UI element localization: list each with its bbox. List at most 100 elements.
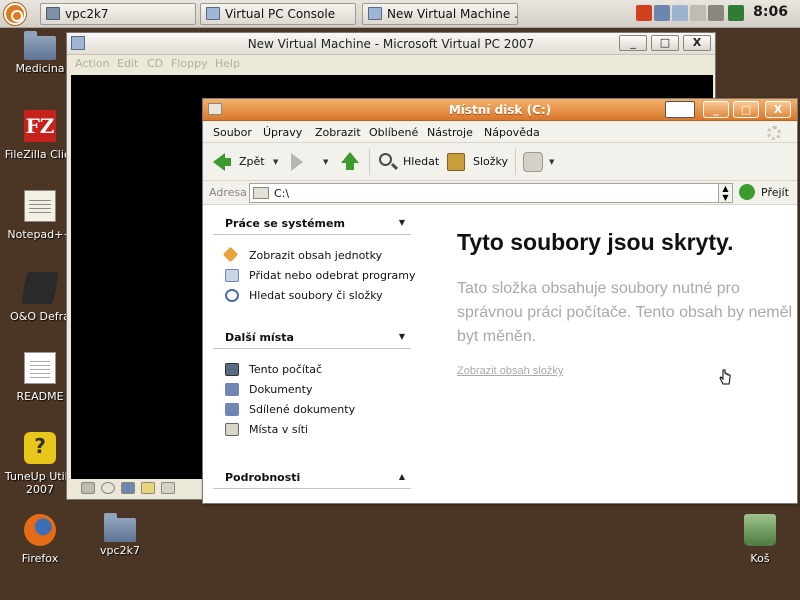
address-dropdown-icon[interactable]: ▲ ▼ (718, 184, 732, 202)
ubuntu-menu-icon[interactable] (4, 3, 26, 25)
desktop-icon-firefox[interactable]: Firefox (0, 514, 80, 565)
bluetooth-icon[interactable] (690, 5, 706, 21)
search-icon (379, 153, 392, 166)
vpc-titlebar[interactable]: New Virtual Machine - Microsoft Virtual … (67, 33, 715, 55)
details-header[interactable]: Podrobnosti ▲ (213, 467, 411, 489)
windows-logo-icon (665, 101, 695, 118)
system-tasks-header[interactable]: Práce se systémem ▼ (213, 213, 411, 235)
floppy-icon[interactable] (121, 482, 135, 494)
explorer-body: Práce se systémem ▼ Zobrazit obsah jedno… (203, 205, 797, 503)
explorer-close-button[interactable]: X (765, 101, 791, 118)
expand-icon[interactable]: ▲ (399, 472, 405, 481)
menu-upravy[interactable]: Úpravy (263, 126, 302, 139)
vpc-menu-action[interactable]: Action (75, 57, 109, 70)
desktop-icon-vpc2k7[interactable]: vpc2k7 (80, 513, 160, 557)
up-arrow-icon (341, 152, 359, 170)
other-places-header[interactable]: Další místa ▼ (213, 327, 411, 349)
vpc-close-button[interactable]: X (683, 35, 711, 51)
search-button[interactable]: Hledat (377, 150, 439, 174)
search-label: Hledat (403, 155, 440, 168)
up-folder-button[interactable] (341, 150, 363, 174)
tray-app-icon[interactable] (636, 5, 652, 21)
forward-arrow-icon (291, 153, 303, 171)
cd-drive-icon[interactable] (101, 482, 115, 494)
vpc-menu-help[interactable]: Help (215, 57, 240, 70)
volume-icon[interactable] (708, 5, 724, 21)
menu-napoveda[interactable]: Nápověda (484, 126, 540, 139)
menu-zobrazit[interactable]: Zobrazit (315, 126, 361, 139)
other-places-title: Další místa (225, 331, 294, 344)
explorer-window: Místní disk (C:) _ □ X Soubor Úpravy Zob… (202, 98, 798, 504)
text-file-icon (24, 352, 56, 384)
hand-cursor-icon (719, 369, 731, 385)
back-label: Zpět (239, 155, 265, 168)
taskbar-button-virtual-pc-console[interactable]: Virtual PC Console (200, 3, 356, 25)
show-folder-contents-link[interactable]: Zobrazit obsah složky (457, 365, 563, 377)
updates-icon[interactable] (672, 5, 688, 21)
system-tasks-title: Práce se systémem (225, 217, 345, 230)
folders-button[interactable]: Složky (447, 150, 509, 174)
task-label: Zobrazit obsah jednotky (249, 249, 383, 262)
hard-disk-icon[interactable] (81, 482, 95, 494)
address-label: Adresa (209, 186, 247, 199)
task-pane: Práce se systémem ▼ Zobrazit obsah jedno… (203, 205, 417, 503)
search-icon (225, 289, 239, 302)
address-bar: Adresa C:\ ▲ ▼ Přejít (203, 181, 797, 205)
vpc-menu-cd[interactable]: CD (147, 57, 163, 70)
explorer-titlebar[interactable]: Místní disk (C:) _ □ X (203, 99, 797, 121)
hidden-files-heading: Tyto soubory jsou skryty. (457, 229, 734, 255)
show-contents-icon (222, 246, 239, 263)
vpc-menu-bar: Action Edit CD Floppy Help (67, 55, 715, 73)
go-label: Přejít (761, 186, 789, 199)
tuneup-icon (24, 432, 56, 464)
shared-folder-icon (225, 403, 239, 416)
place-label: Dokumenty (249, 383, 313, 396)
content-pane: Tyto soubory jsou skryty. Tato složka ob… (417, 205, 797, 503)
vpc-minimize-button[interactable]: _ (619, 35, 647, 51)
window-icon (206, 7, 220, 20)
vpc-menu-edit[interactable]: Edit (117, 57, 138, 70)
folders-icon (447, 153, 465, 171)
folder-icon (104, 513, 136, 542)
clock[interactable]: 8:06 (753, 4, 788, 20)
toolbar-separator (369, 149, 370, 175)
vpc-menu-floppy[interactable]: Floppy (171, 57, 208, 70)
address-input[interactable]: C:\ ▲ ▼ (249, 183, 733, 203)
network-icon[interactable] (654, 5, 670, 21)
back-dropdown-icon[interactable]: ▼ (273, 150, 278, 174)
vpc-window-title: New Virtual Machine - Microsoft Virtual … (247, 37, 535, 51)
collapse-icon[interactable]: ▼ (399, 218, 405, 227)
top-panel: vpc2k7 Virtual PC Console New Virtual Ma… (0, 0, 800, 28)
network-places-icon (225, 423, 239, 436)
explorer-toolbar: Zpět ▼ ▼ Hledat Složky ▼ (203, 143, 797, 181)
views-button[interactable]: ▼ (523, 150, 555, 174)
battery-icon[interactable] (728, 5, 744, 21)
desktop-icon-label: vpc2k7 (100, 544, 140, 557)
views-icon (523, 152, 543, 172)
menu-soubor[interactable]: Soubor (213, 126, 252, 139)
desktop-icon-trash[interactable]: Koš (720, 514, 800, 565)
folder-icon (46, 7, 60, 20)
place-label: Sdílené dokumenty (249, 403, 356, 416)
trash-icon (744, 514, 776, 546)
drive-icon (253, 187, 269, 199)
taskbar-label: New Virtual Machine ... (387, 7, 518, 21)
vpc-maximize-button[interactable]: □ (651, 35, 679, 51)
desktop-icon-label: Firefox (21, 552, 59, 565)
forward-button[interactable]: ▼ (291, 150, 333, 174)
defrag-icon (21, 272, 59, 304)
windows-throbber-icon (767, 126, 781, 140)
back-button[interactable]: Zpět ▼ (213, 150, 279, 174)
forward-dropdown-icon[interactable]: ▼ (323, 150, 328, 174)
task-label: Hledat soubory či složky (249, 289, 383, 302)
taskbar-button-new-virtual-machine[interactable]: New Virtual Machine ... (362, 3, 518, 25)
collapse-icon[interactable]: ▼ (399, 332, 405, 341)
network-adapter-icon[interactable] (161, 482, 175, 494)
explorer-maximize-button[interactable]: □ (733, 101, 759, 118)
explorer-minimize-button[interactable]: _ (703, 101, 729, 118)
taskbar-button-vpc2k7[interactable]: vpc2k7 (40, 3, 196, 25)
menu-oblibene[interactable]: Oblíbené (369, 126, 418, 139)
add-remove-programs-icon (225, 269, 239, 282)
menu-nastroje[interactable]: Nástroje (427, 126, 473, 139)
shared-folder-icon[interactable] (141, 482, 155, 494)
